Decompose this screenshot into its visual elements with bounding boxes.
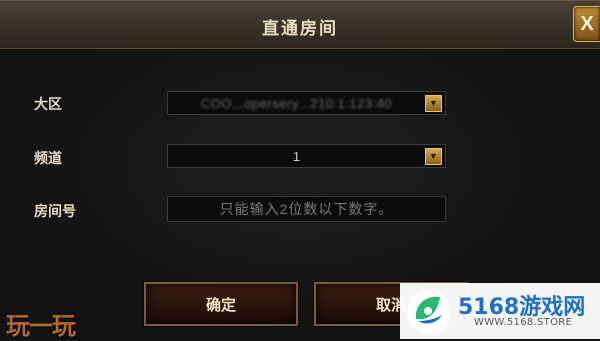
room-number-placeholder: 只能输入2位数以下数字。 — [219, 201, 394, 217]
channel-value: 1 — [292, 148, 301, 164]
chevron-down-icon[interactable]: ▼ — [425, 94, 442, 112]
leaf-logo-icon — [407, 290, 451, 334]
room-number-input[interactable]: 只能输入2位数以下数字。 — [167, 196, 446, 222]
room-label: 房间号 — [34, 203, 76, 219]
channel-select[interactable]: 1 ▼ — [167, 144, 446, 168]
site-logo: 玩一玩 — [6, 313, 76, 340]
dialog-title: 直通房间 — [262, 19, 338, 38]
dialog-titlebar: 直通房间 X — [0, 0, 600, 49]
confirm-button[interactable]: 确定 — [144, 282, 298, 326]
watermark-url: WWW.5168.STORE — [474, 317, 573, 328]
region-value: COO...opersery...210:1:123:40 — [200, 95, 393, 111]
region-label: 大区 — [34, 96, 62, 112]
close-button[interactable]: X — [573, 6, 600, 42]
region-select[interactable]: COO...opersery...210:1:123:40 ▼ — [167, 91, 446, 115]
chevron-down-icon[interactable]: ▼ — [425, 147, 442, 165]
close-icon: X — [580, 12, 594, 35]
watermark: 5168游戏网 WWW.5168.STORE — [400, 283, 600, 339]
channel-label: 频道 — [34, 150, 62, 166]
